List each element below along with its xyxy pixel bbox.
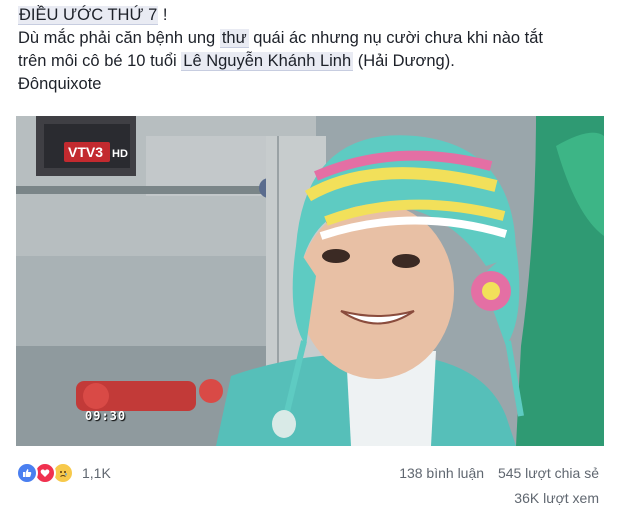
comments-count[interactable]: 138 bình luận xyxy=(399,465,484,481)
vtv3-logo-icon: VTV3 HD xyxy=(64,142,128,162)
line3-text-end: (Hải Dương). xyxy=(353,52,455,70)
line2-text: Dù mắc phải căn bệnh ung xyxy=(18,29,220,47)
svg-text:VTV3: VTV3 xyxy=(68,144,103,160)
like-icon xyxy=(16,462,38,484)
post-line-2: Dù mắc phải căn bệnh ung thư quái ác như… xyxy=(18,27,608,50)
title-highlight[interactable]: ĐIỀU ƯỚC THỨ 7 xyxy=(18,6,159,25)
line2-text-end: quái ác nhưng nụ cười chưa khi nào tắt xyxy=(248,29,544,47)
post-text: ĐIỀU ƯỚC THỨ 7 ! Dù mắc phải căn bệnh un… xyxy=(18,4,608,96)
svg-text:HD: HD xyxy=(112,148,128,160)
post-line-3: trên môi cô bé 10 tuổi Lê Nguyễn Khánh L… xyxy=(18,50,608,73)
post-stats: 138 bình luận 545 lượt chia sẻ 36K lượt … xyxy=(389,465,599,506)
stats-row: 138 bình luận 545 lượt chia sẻ xyxy=(389,465,599,481)
video-timestamp: 09:30 xyxy=(85,409,127,423)
hashtag-thu[interactable]: thư xyxy=(219,29,249,48)
title-suffix: ! xyxy=(158,6,168,24)
views-count: 36K lượt xem xyxy=(514,490,599,506)
tagged-name[interactable]: Lê Nguyễn Khánh Linh xyxy=(181,52,354,71)
shares-count[interactable]: 545 lượt chia sẻ xyxy=(498,465,599,481)
reactions-bar[interactable]: 1,1K xyxy=(16,462,111,484)
line3-text: trên môi cô bé 10 tuổi xyxy=(18,52,182,70)
video-player[interactable]: VTV3 HD 09:30 xyxy=(16,116,604,446)
post-author: Đônquixote xyxy=(18,75,102,93)
post-line-1: ĐIỀU ƯỚC THỨ 7 ! xyxy=(18,4,608,27)
reaction-count[interactable]: 1,1K xyxy=(82,465,111,481)
video-frame xyxy=(16,116,604,446)
channel-logo: VTV3 HD xyxy=(64,142,134,162)
